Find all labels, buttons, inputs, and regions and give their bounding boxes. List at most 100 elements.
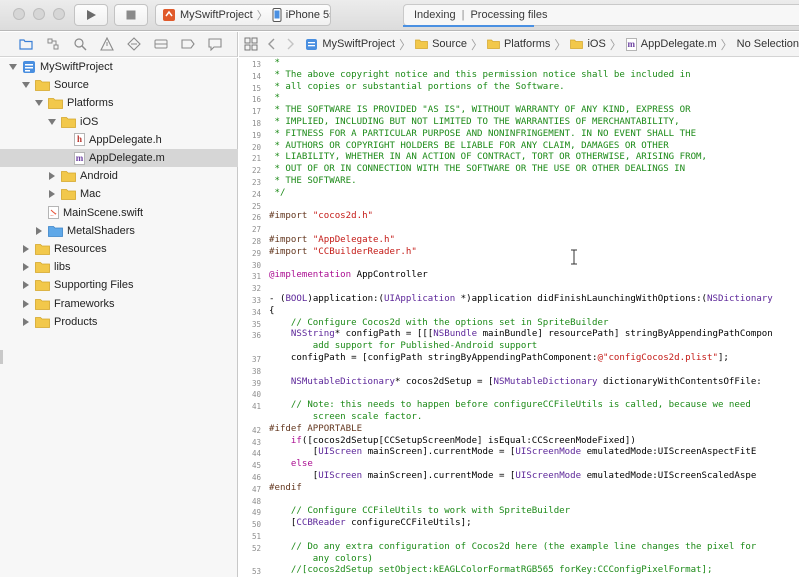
disclosure-closed-icon[interactable]: [47, 171, 57, 181]
code-line[interactable]: [CCBReader configureCCFileUtils];: [269, 518, 472, 530]
code-line[interactable]: *: [269, 58, 279, 70]
disclosure-closed-icon[interactable]: [34, 226, 44, 236]
disclosure-closed-icon[interactable]: [47, 189, 57, 199]
navigator-item[interactable]: Frameworks: [0, 295, 238, 313]
navigator-item[interactable]: Products: [0, 313, 238, 331]
code-line[interactable]: * LIABILITY, WHETHER IN AN ACTION OF CON…: [269, 152, 707, 164]
breakpoint-navigator-icon[interactable]: [181, 37, 195, 51]
iphone-device-icon: [272, 8, 282, 22]
navigator-item[interactable]: Source: [0, 76, 238, 94]
jump-bar-crumb[interactable]: Source: [415, 38, 467, 50]
line-number: 52: [251, 543, 261, 553]
disclosure-open-icon[interactable]: [34, 98, 44, 108]
code-line[interactable]: // Configure CCFileUtils to work with Sp…: [269, 506, 570, 518]
navigator-item[interactable]: iOS: [0, 113, 238, 131]
code-line[interactable]: [UIScreen mainScreen].currentMode = [UIS…: [269, 447, 757, 459]
line-number: 36: [251, 331, 261, 341]
code-line[interactable]: {: [269, 306, 274, 318]
disclosure-closed-icon[interactable]: [21, 262, 31, 272]
code-line[interactable]: #import "CCBuilderReader.h": [269, 247, 417, 259]
debug-navigator-icon[interactable]: [154, 37, 168, 51]
navigator-item[interactable]: Resources: [0, 240, 238, 258]
minimize-window-button[interactable]: [33, 8, 45, 20]
code-line[interactable]: [UIScreen mainScreen].currentMode = [UIS…: [269, 471, 757, 483]
code-line[interactable]: if([cocos2dSetup[CCSetupScreenMode] isEq…: [269, 436, 636, 448]
navigator-item[interactable]: h AppDelegate.h: [0, 131, 238, 149]
code-line[interactable]: */: [269, 188, 285, 200]
source-editor[interactable]: 13 14 15 16 17 18 19 20 21 22 23 24 25 26 27 28 29 30 31 32…: [239, 58, 799, 577]
code-line[interactable]: * all copies or substantial portions of …: [269, 82, 564, 94]
code-line[interactable]: screen scale factor.: [269, 412, 423, 424]
code-line[interactable]: // Note: this needs to happen before con…: [269, 400, 751, 412]
code-line[interactable]: else: [269, 459, 313, 471]
line-number: 21: [251, 154, 261, 164]
line-number: 15: [251, 83, 261, 93]
code-line[interactable]: * THE SOFTWARE.: [269, 176, 356, 188]
issue-navigator-icon[interactable]: [100, 37, 114, 51]
navigator-item[interactable]: MainScene.swift: [0, 204, 238, 222]
jump-bar-crumb[interactable]: m AppDelegate.m: [625, 37, 717, 51]
zoom-window-button[interactable]: [53, 8, 65, 20]
related-items-icon[interactable]: [244, 37, 258, 51]
navigator-item[interactable]: Platforms: [0, 94, 238, 112]
navigator-item[interactable]: libs: [0, 258, 238, 276]
jump-bar-crumb[interactable]: iOS: [570, 38, 606, 50]
forward-arrow-icon[interactable]: [283, 37, 297, 51]
jump-bar-crumb[interactable]: MySwiftProject: [305, 38, 395, 51]
code-line[interactable]: * THE SOFTWARE IS PROVIDED "AS IS", WITH…: [269, 105, 690, 117]
disclosure-closed-icon[interactable]: [21, 244, 31, 254]
navigator-item[interactable]: m AppDelegate.m: [0, 149, 238, 167]
line-number: 45: [251, 461, 261, 471]
symbol-navigator-icon[interactable]: [46, 37, 60, 51]
folder-icon: [35, 243, 50, 255]
code-line[interactable]: NSMutableDictionary* cocos2dSetup = [NSM…: [269, 377, 762, 389]
report-navigator-icon[interactable]: [208, 37, 222, 51]
back-arrow-icon[interactable]: [265, 37, 279, 51]
code-line[interactable]: #import "AppDelegate.h": [269, 235, 395, 247]
find-navigator-icon[interactable]: [73, 37, 87, 51]
disclosure-open-icon[interactable]: [21, 80, 31, 90]
close-window-button[interactable]: [13, 8, 25, 20]
code-line[interactable]: @implementation AppController: [269, 270, 428, 282]
line-number: 35: [251, 319, 261, 329]
code-line[interactable]: #endif: [269, 483, 302, 495]
code-line[interactable]: #ifdef APPORTABLE: [269, 424, 362, 436]
scheme-selector[interactable]: MySwiftProject 〉 iPhone 5s: [155, 4, 331, 26]
activity-viewer: Indexing | Processing files: [403, 4, 799, 26]
stop-button[interactable]: [114, 4, 148, 26]
code-line[interactable]: // Do any extra configuration of Cocos2d…: [269, 542, 756, 554]
code-line[interactable]: any colors): [269, 554, 373, 566]
code-line[interactable]: add support for Published-Android suppor…: [269, 341, 537, 353]
code-line[interactable]: configPath = [configPath stringByAppendi…: [269, 353, 729, 365]
run-button[interactable]: [74, 4, 108, 26]
jump-bar-crumb[interactable]: Platforms: [487, 38, 550, 50]
code-line[interactable]: #import "cocos2d.h": [269, 211, 373, 223]
code-line[interactable]: - (BOOL)application:(UIApplication *)app…: [269, 294, 773, 306]
code-line[interactable]: * AUTHORS OR COPYRIGHT HOLDERS BE LIABLE…: [269, 141, 668, 153]
code-line[interactable]: * OUT OF OR IN CONNECTION WITH THE SOFTW…: [269, 164, 685, 176]
disclosure-open-icon[interactable]: [47, 117, 57, 127]
line-number: 26: [251, 213, 261, 223]
navigator-item[interactable]: MySwiftProject: [0, 58, 238, 76]
code-line[interactable]: * IMPLIED, INCLUDING BUT NOT LIMITED TO …: [269, 117, 679, 129]
navigator-item[interactable]: Android: [0, 167, 238, 185]
project-navigator-icon[interactable]: [19, 37, 33, 51]
line-number: 47: [251, 484, 261, 494]
jump-bar-crumb[interactable]: No Selection: [737, 38, 799, 50]
disclosure-open-icon[interactable]: [8, 62, 18, 72]
navigator-item[interactable]: MetalShaders: [0, 222, 238, 240]
code-line[interactable]: //[cocos2dSetup setObject:kEAGLColorForm…: [269, 565, 713, 577]
test-navigator-icon[interactable]: [127, 37, 141, 51]
navigator-item[interactable]: Mac: [0, 185, 238, 203]
code-line[interactable]: * FITNESS FOR A PARTICULAR PURPOSE AND N…: [269, 129, 696, 141]
disclosure-closed-icon[interactable]: [21, 280, 31, 290]
disclosure-closed-icon[interactable]: [21, 317, 31, 327]
navigator-item[interactable]: Supporting Files: [0, 276, 238, 294]
splitter-handle[interactable]: [0, 350, 3, 364]
folder-icon: [35, 316, 50, 328]
code-line[interactable]: * The above copyright notice and this pe…: [269, 70, 690, 82]
code-line[interactable]: NSString* configPath = [[[NSBundle mainB…: [269, 329, 773, 341]
disclosure-closed-icon[interactable]: [21, 299, 31, 309]
code-line[interactable]: *: [269, 93, 279, 105]
code-line[interactable]: // Configure Cocos2d with the options se…: [269, 318, 609, 330]
